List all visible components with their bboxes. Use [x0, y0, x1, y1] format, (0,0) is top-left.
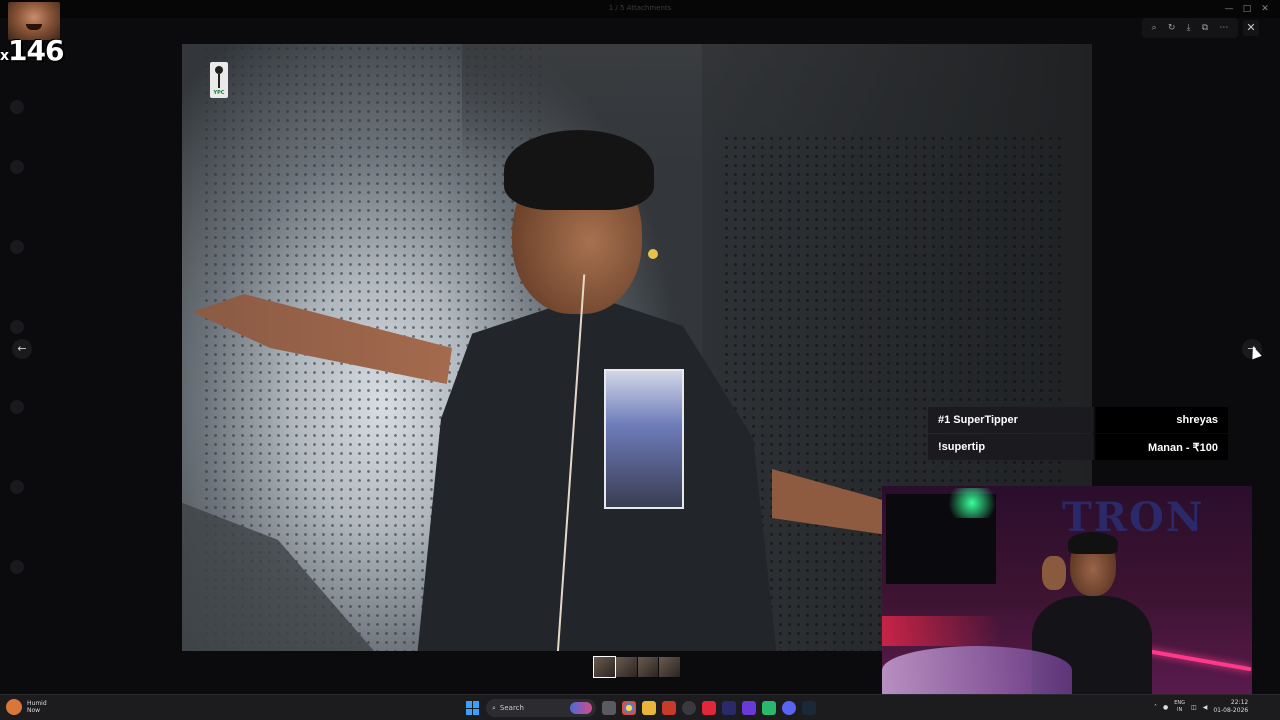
rotate-icon[interactable]: ↻ — [1168, 23, 1176, 33]
streamer-facecam: TRON — [882, 486, 1252, 694]
supertipper-rank-label: #1 SuperTipper — [938, 414, 1018, 426]
download-icon[interactable]: ⤓ — [1187, 23, 1191, 33]
chevron-up-icon[interactable]: ˄ — [1154, 704, 1157, 711]
clock-date: 01-08-2026 — [1213, 707, 1249, 714]
taskbar-search[interactable]: ⌕ Search — [486, 699, 596, 717]
weather-icon — [6, 699, 22, 715]
latest-tip: Manan - ₹100 — [1148, 441, 1218, 454]
minimize-icon[interactable]: — — [1222, 2, 1236, 16]
maximize-icon[interactable]: □ — [1240, 2, 1254, 16]
speaker-icon[interactable]: ◀ — [1203, 704, 1208, 711]
thumbnail-item[interactable] — [615, 657, 637, 677]
weather-sub: Now — [27, 707, 41, 714]
app-icon[interactable] — [662, 701, 676, 715]
supertip-command: !supertip — [938, 441, 986, 453]
window-close-icon[interactable]: ✕ — [1258, 2, 1272, 16]
server-icon — [10, 480, 24, 494]
obs-icon[interactable] — [682, 701, 696, 715]
combo-counter: x146 — [0, 34, 64, 67]
combo-prefix: x — [0, 48, 9, 64]
viewer-toolbar: ⌕ ↻ ⤓ ⧉ ⋯ — [1142, 18, 1238, 38]
weather-title: Humid — [27, 700, 47, 707]
zoom-icon[interactable]: ⌕ — [1152, 23, 1157, 33]
server-icon — [10, 240, 24, 254]
server-icon — [10, 400, 24, 414]
steam-icon[interactable] — [802, 701, 816, 715]
server-icon — [10, 560, 24, 574]
mic-icon[interactable]: ● — [1163, 704, 1168, 711]
taskbar-apps: ⌕ Search — [466, 699, 816, 717]
task-view-icon[interactable] — [602, 701, 616, 715]
app-icon[interactable] — [702, 701, 716, 715]
title-bar: 1 / 5 Attachments — □ ✕ — [0, 0, 1280, 18]
file-explorer-icon[interactable] — [642, 701, 656, 715]
logo-text: YPC — [213, 90, 225, 96]
combo-count: 146 — [8, 34, 64, 67]
close-viewer-button[interactable]: ✕ — [1243, 20, 1259, 36]
search-placeholder: Search — [499, 704, 524, 712]
thumbnail-item[interactable] — [637, 657, 659, 677]
weather-widget[interactable]: Humid Now — [6, 699, 47, 715]
attachment-thumbnails — [593, 656, 680, 678]
thumbnail-item[interactable] — [659, 657, 680, 677]
chrome-icon[interactable] — [622, 701, 636, 715]
supertipper-row-top: #1 SuperTipper shreyas — [928, 407, 1228, 433]
more-icon[interactable]: ⋯ — [1219, 23, 1228, 33]
app-icon[interactable] — [742, 701, 756, 715]
server-icon — [10, 160, 24, 174]
thumbnail-item[interactable] — [593, 656, 616, 678]
search-icon: ⌕ — [492, 703, 496, 712]
supertipper-overlay: #1 SuperTipper shreyas !supertip Manan -… — [928, 407, 1228, 461]
network-icon[interactable]: ◫ — [1191, 704, 1197, 711]
clock-time: 22:12 — [1230, 699, 1249, 706]
previous-image-button[interactable]: ← — [12, 339, 32, 359]
window-title: 1 / 5 Attachments — [608, 4, 672, 12]
app-icon[interactable] — [722, 701, 736, 715]
server-icon — [10, 100, 24, 114]
supertipper-name: shreyas — [1176, 414, 1218, 426]
system-tray: ˄ ● ENG IN ◫ ◀ 22:12 01-08-2026 — [1154, 699, 1248, 715]
app-icon[interactable] — [762, 701, 776, 715]
background-channel-list — [0, 40, 180, 690]
screen: 1 / 5 Attachments — □ ✕ x146 ⌕ ↻ ⤓ ⧉ ⋯ ✕… — [0, 0, 1280, 720]
clock[interactable]: 22:12 01-08-2026 — [1213, 699, 1248, 715]
language-indicator[interactable]: ENG IN — [1174, 700, 1185, 714]
server-icon — [10, 320, 24, 334]
supertipper-row-latest: !supertip Manan - ₹100 — [928, 434, 1228, 460]
lang-top: ENG — [1174, 700, 1186, 706]
discord-icon[interactable] — [782, 701, 796, 715]
lang-bottom: IN — [1177, 707, 1183, 713]
photographer-logo: YPC — [210, 62, 228, 98]
start-icon[interactable] — [466, 701, 480, 715]
open-external-icon[interactable]: ⧉ — [1202, 23, 1208, 33]
taskbar: Humid Now ⌕ Search ˄ ● ENG IN ◫ ◀ 22:12 … — [0, 694, 1280, 720]
